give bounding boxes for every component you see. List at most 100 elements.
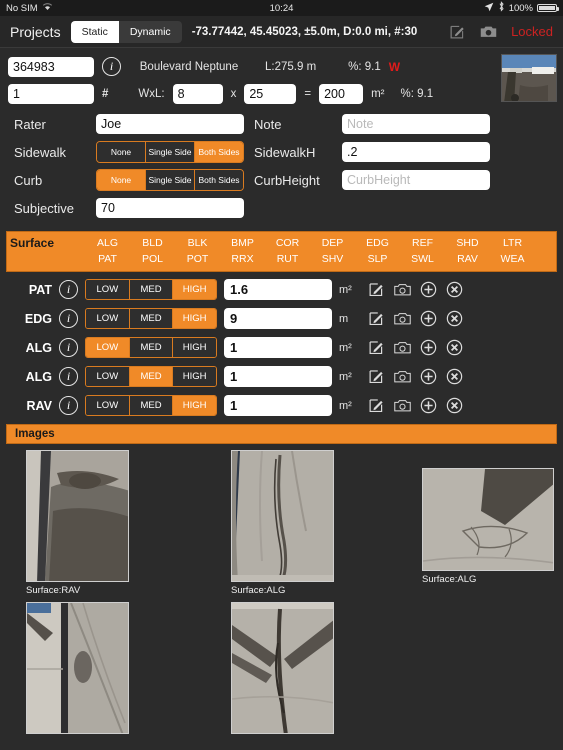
note-input[interactable]: Note <box>342 114 490 134</box>
x-circle-icon[interactable] <box>446 397 463 414</box>
x-circle-icon[interactable] <box>446 310 463 327</box>
width-input[interactable]: 8 <box>172 83 223 104</box>
severity-option-med[interactable]: MED <box>129 338 174 357</box>
projects-button[interactable]: Projects <box>10 24 61 40</box>
sidewalk-option-single-side[interactable]: Single Side <box>146 142 195 162</box>
sidewalkh-input[interactable]: .2 <box>342 142 490 162</box>
code-rav[interactable]: RAV <box>445 251 490 267</box>
plus-circle-icon[interactable] <box>420 310 437 327</box>
code-blk[interactable]: BLK <box>175 235 220 251</box>
thumbnail-image[interactable] <box>231 450 334 582</box>
length-input[interactable]: 25 <box>244 83 297 104</box>
code-slp[interactable]: SLP <box>355 251 400 267</box>
plus-circle-icon[interactable] <box>420 397 437 414</box>
curb-option-both-sides[interactable]: Both Sides <box>195 170 243 190</box>
camera-icon[interactable] <box>394 368 411 385</box>
camera-icon[interactable] <box>394 397 411 414</box>
x-circle-icon[interactable] <box>446 368 463 385</box>
severity-option-high[interactable]: HIGH <box>173 338 216 357</box>
code-swl[interactable]: SWL <box>400 251 445 267</box>
mode-option-dynamic[interactable]: Dynamic <box>118 20 182 43</box>
severity-segmented-control[interactable]: LOW MED HIGH <box>85 395 217 416</box>
plus-circle-icon[interactable] <box>420 281 437 298</box>
camera-icon[interactable] <box>394 281 411 298</box>
code-pot[interactable]: POT <box>175 251 220 267</box>
code-rrx[interactable]: RRX <box>220 251 265 267</box>
code-rut[interactable]: RUT <box>265 251 310 267</box>
curbheight-input[interactable]: CurbHeight <box>342 170 490 190</box>
thumbnail-image[interactable] <box>26 450 129 582</box>
severity-option-high[interactable]: HIGH <box>173 309 216 328</box>
distress-value-input[interactable]: 1.6 <box>224 279 332 300</box>
info-circle-icon[interactable]: i <box>102 57 121 76</box>
curb-segmented-control[interactable]: None Single Side Both Sides <box>96 169 244 191</box>
severity-option-low[interactable]: LOW <box>86 367 130 386</box>
code-ltr[interactable]: LTR <box>490 235 535 251</box>
plus-circle-icon[interactable] <box>420 339 437 356</box>
photo-surface-3[interactable] <box>0 602 205 737</box>
code-bmp[interactable]: BMP <box>220 235 265 251</box>
severity-option-low[interactable]: LOW <box>86 338 130 357</box>
plus-circle-icon[interactable] <box>420 368 437 385</box>
camera-icon[interactable] <box>394 310 411 327</box>
photo-surface-rav[interactable]: Surface:RAV <box>0 450 205 596</box>
severity-option-med[interactable]: MED <box>129 367 174 386</box>
code-ref[interactable]: REF <box>400 235 445 251</box>
code-pol[interactable]: POL <box>130 251 175 267</box>
severity-option-med[interactable]: MED <box>129 396 174 415</box>
info-circle-icon[interactable]: i <box>59 280 78 299</box>
severity-option-low[interactable]: LOW <box>86 396 130 415</box>
sidewalk-option-none[interactable]: None <box>97 142 146 162</box>
curb-option-single-side[interactable]: Single Side <box>146 170 195 190</box>
code-pat[interactable]: PAT <box>85 251 130 267</box>
severity-option-high[interactable]: HIGH <box>173 367 216 386</box>
subjective-input[interactable]: 70 <box>96 198 244 218</box>
severity-option-med[interactable]: MED <box>129 280 174 299</box>
info-circle-icon[interactable]: i <box>59 309 78 328</box>
sidewalk-segmented-control[interactable]: None Single Side Both Sides <box>96 141 244 163</box>
thumbnail-image[interactable] <box>422 468 554 571</box>
info-circle-icon[interactable]: i <box>59 396 78 415</box>
photo-surface-4[interactable] <box>205 602 410 737</box>
photo-surface-alg-1[interactable]: Surface:ALG <box>205 450 410 596</box>
severity-option-high[interactable]: HIGH <box>173 280 216 299</box>
severity-segmented-control[interactable]: LOW MED HIGH <box>85 308 217 329</box>
road-scene-thumbnail[interactable] <box>501 54 557 102</box>
code-cor[interactable]: COR <box>265 235 310 251</box>
x-circle-icon[interactable] <box>446 281 463 298</box>
code-edg[interactable]: EDG <box>355 235 400 251</box>
mode-option-static[interactable]: Static <box>70 20 119 43</box>
lock-status-label[interactable]: Locked <box>511 24 553 39</box>
severity-option-med[interactable]: MED <box>129 309 174 328</box>
curb-option-none[interactable]: None <box>97 170 146 190</box>
mode-segmented-control[interactable]: Static Dynamic <box>70 20 182 43</box>
code-alg[interactable]: ALG <box>85 235 130 251</box>
segment-id-input[interactable]: 364983 <box>8 56 94 77</box>
edit-pencil-icon[interactable] <box>368 339 385 356</box>
distress-value-input[interactable]: 1 <box>224 366 332 387</box>
distress-value-input[interactable]: 1 <box>224 395 332 416</box>
section-number-input[interactable]: 1 <box>8 83 94 104</box>
area-input[interactable]: 200 <box>319 83 364 104</box>
photo-surface-alg-2[interactable]: Surface:ALG <box>410 450 560 585</box>
info-circle-icon[interactable]: i <box>59 367 78 386</box>
thumbnail-image[interactable] <box>26 602 129 734</box>
edit-pencil-icon[interactable] <box>368 310 385 327</box>
rater-input[interactable]: Joe <box>96 114 244 134</box>
severity-option-low[interactable]: LOW <box>86 280 130 299</box>
edit-pencil-icon[interactable] <box>368 368 385 385</box>
severity-option-high[interactable]: HIGH <box>173 396 216 415</box>
code-shd[interactable]: SHD <box>445 235 490 251</box>
edit-pencil-icon[interactable] <box>368 281 385 298</box>
code-dep[interactable]: DEP <box>310 235 355 251</box>
sidewalk-option-both-sides[interactable]: Both Sides <box>195 142 243 162</box>
code-bld[interactable]: BLD <box>130 235 175 251</box>
info-circle-icon[interactable]: i <box>59 338 78 357</box>
code-shv[interactable]: SHV <box>310 251 355 267</box>
camera-icon[interactable] <box>480 23 497 40</box>
edit-pencil-icon[interactable] <box>368 397 385 414</box>
code-wea[interactable]: WEA <box>490 251 535 267</box>
thumbnail-image[interactable] <box>231 602 334 734</box>
camera-icon[interactable] <box>394 339 411 356</box>
distress-value-input[interactable]: 1 <box>224 337 332 358</box>
